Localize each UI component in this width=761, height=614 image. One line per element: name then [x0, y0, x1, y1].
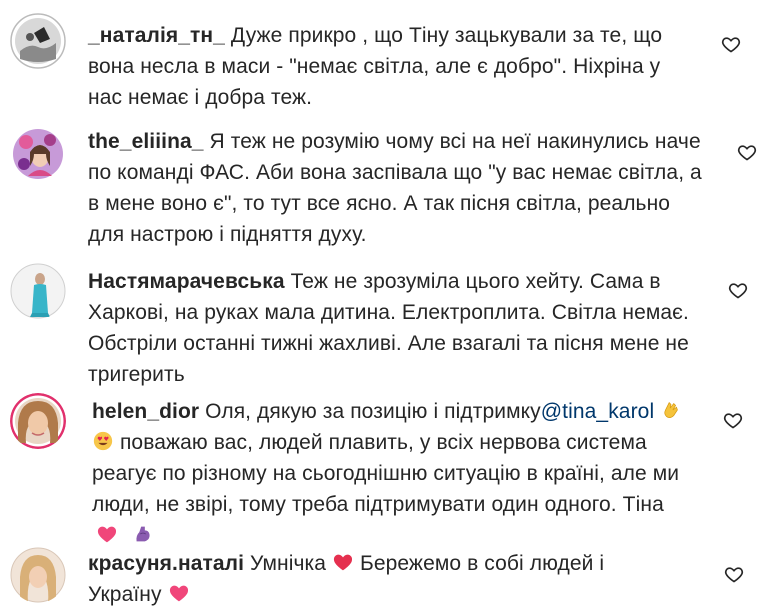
- comment-body: поважаю вас, людей плавить, у всіх нерво…: [119, 431, 647, 454]
- avatar[interactable]: [10, 13, 66, 69]
- avatar[interactable]: [10, 263, 66, 319]
- clapping-hands-emoji: [660, 399, 682, 421]
- comment-username[interactable]: the_eliiina_: [88, 130, 204, 153]
- like-heart-icon[interactable]: [724, 564, 744, 584]
- pink-heart-emoji: [168, 582, 190, 604]
- comment-item: Настямарачевська Теж не зрозуміла цього …: [0, 258, 761, 388]
- like-heart-icon[interactable]: [723, 410, 743, 430]
- comment-username[interactable]: helen_dior: [92, 400, 199, 423]
- comments-list: _наталія_тн_ Дуже прикро , що Тіну зацьк…: [0, 0, 761, 614]
- comment-text: _наталія_тн_ Дуже прикро , що Тіну зацьк…: [88, 20, 688, 113]
- avatar[interactable]: [10, 547, 66, 603]
- like-heart-icon[interactable]: [737, 142, 757, 162]
- smiling-face-with-heart-eyes-emoji: [92, 430, 114, 452]
- comment-username[interactable]: Настямарачевська: [88, 270, 285, 293]
- avatar[interactable]: [10, 393, 66, 449]
- comment-body: люди, не звірі, тому треба підтримувати …: [92, 493, 664, 516]
- comment-body: Україну: [88, 583, 162, 606]
- comment-body: Умнічка: [250, 552, 327, 575]
- comment-item: the_eliiina_ Я теж не розумію чому всі н…: [0, 118, 761, 258]
- comment-item: _наталія_тн_ Дуже прикро , що Тіну зацьк…: [0, 0, 761, 120]
- mention-link[interactable]: @tina_karol: [541, 400, 654, 423]
- comment-username[interactable]: красуня.наталі: [88, 552, 244, 575]
- comment-text: красуня.наталі Умнічка Бережемо в собі л…: [88, 548, 648, 610]
- comment-text: the_eliiina_ Я теж не розумію чому всі н…: [88, 126, 703, 250]
- comment-item: helen_dior Оля, дякую за позицію і підтр…: [0, 388, 761, 543]
- comment-body: Оля, дякую за позицію і підтримку: [205, 400, 541, 423]
- comment-text: helen_dior Оля, дякую за позицію і підтр…: [92, 396, 712, 551]
- avatar[interactable]: [10, 126, 66, 182]
- like-heart-icon[interactable]: [728, 280, 748, 300]
- comment-text: Настямарачевська Теж не зрозуміла цього …: [88, 266, 713, 390]
- red-heart-emoji: [332, 551, 354, 573]
- comment-body: реагує по різному на сьогоднішню ситуаці…: [92, 462, 680, 485]
- like-heart-icon[interactable]: [721, 34, 741, 54]
- comment-username[interactable]: _наталія_тн_: [88, 24, 225, 47]
- comment-item: красуня.наталі Умнічка Бережемо в собі л…: [0, 540, 761, 614]
- comment-body: Бережемо в собі людей і: [359, 552, 605, 575]
